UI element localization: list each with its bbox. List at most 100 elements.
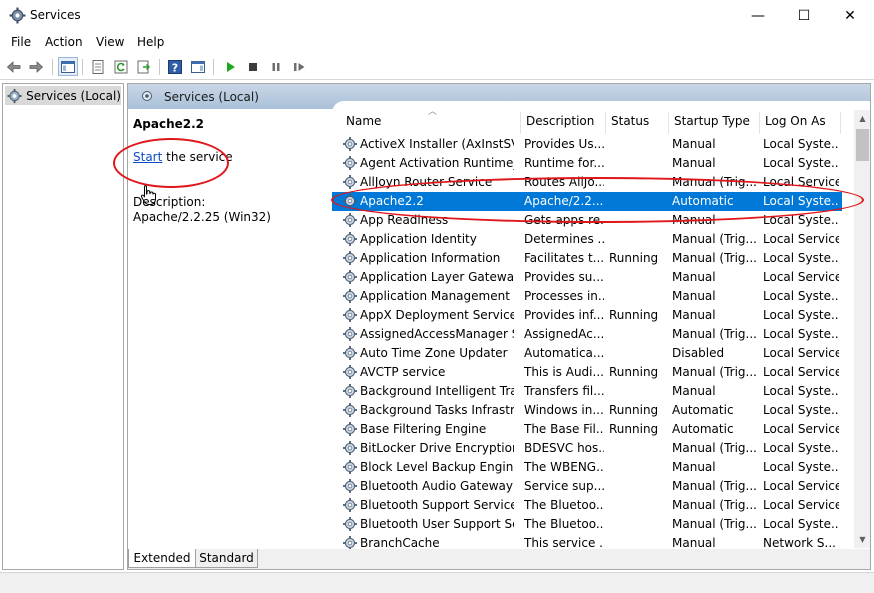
- service-description: The WBENG...: [524, 460, 604, 474]
- service-startup-type: Manual (Trig...: [672, 365, 756, 379]
- service-startup-type: Manual (Trig...: [672, 251, 756, 265]
- table-row[interactable]: BitLocker Drive Encryption ... BDESVC hos…: [332, 439, 842, 458]
- toolbar-separator: [82, 59, 83, 75]
- table-row[interactable]: Base Filtering Engine The Base Fil... Runn…: [332, 420, 842, 439]
- column-separator[interactable]: [605, 112, 606, 134]
- table-row[interactable]: Block Level Backup Engine ... The WBENG..…: [332, 458, 842, 477]
- service-description: Provides inf...: [524, 308, 604, 322]
- arrow-left-icon: [6, 60, 21, 73]
- service-log-on-as: Network S...: [763, 536, 836, 550]
- service-log-on-as: Local Syste...: [763, 327, 839, 341]
- service-name: Application Layer Gateway ...: [360, 270, 514, 284]
- table-row[interactable]: AVCTP service This is Audi... Running Manua…: [332, 363, 842, 382]
- minimize-button[interactable]: —: [735, 0, 781, 31]
- description-label: Description:: [133, 195, 206, 209]
- stop-icon: [249, 62, 257, 71]
- services-pane: Services (Local) Apache2.2 Start the ser…: [127, 83, 871, 570]
- tab-extended[interactable]: Extended: [128, 549, 196, 568]
- vertical-scrollbar[interactable]: ▲ ▼: [854, 110, 870, 548]
- service-name: Application Identity: [360, 232, 477, 246]
- stop-service-button[interactable]: [243, 57, 263, 76]
- table-row[interactable]: Bluetooth User Support Ser... The Bluetoo…: [332, 515, 842, 534]
- table-row[interactable]: Application Layer Gateway ... Provides su…: [332, 268, 842, 287]
- service-startup-type: Automatic: [672, 194, 734, 208]
- window-title: Services: [30, 8, 81, 22]
- show-hide-action-pane-button[interactable]: [188, 57, 208, 76]
- service-name: Background Intelligent Tran...: [360, 384, 514, 398]
- tree-item-services-local[interactable]: Services (Local): [5, 86, 121, 105]
- menu-file[interactable]: File: [11, 35, 31, 49]
- table-row[interactable]: Background Tasks Infrastruc... Windows in…: [332, 401, 842, 420]
- table-row[interactable]: Bluetooth Audio Gateway S... Service sup.…: [332, 477, 842, 496]
- play-icon: [227, 61, 235, 72]
- table-row[interactable]: Application Management Processes in... Man…: [332, 287, 842, 306]
- service-description: Processes in...: [524, 289, 604, 303]
- table-row[interactable]: Application Identity Determines ... Manual…: [332, 230, 842, 249]
- table-row[interactable]: Apache2.2 Apache/2.2.... Automatic Local Sy…: [332, 192, 842, 211]
- service-log-on-as: Local Syste...: [763, 460, 839, 474]
- toolbar-separator: [159, 59, 160, 75]
- service-startup-type: Manual: [672, 308, 716, 322]
- table-row[interactable]: AppX Deployment Service (... Provides inf…: [332, 306, 842, 325]
- scroll-up-icon[interactable]: ▲: [854, 110, 870, 127]
- column-separator[interactable]: [759, 112, 760, 134]
- service-name: AVCTP service: [360, 365, 446, 379]
- service-name: Base Filtering Engine: [360, 422, 487, 436]
- show-hide-console-tree-button[interactable]: [58, 57, 78, 76]
- back-button[interactable]: [4, 57, 24, 76]
- column-separator[interactable]: [840, 112, 841, 134]
- pane-header-title: Services (Local): [164, 90, 259, 104]
- properties-button[interactable]: [88, 57, 108, 76]
- service-log-on-as: Local Service: [763, 346, 839, 360]
- scrollbar-thumb[interactable]: [856, 129, 869, 161]
- service-startup-type: Manual: [672, 384, 716, 398]
- table-row[interactable]: AssignedAccessManager Se... AssignedAc...…: [332, 325, 842, 344]
- service-log-on-as: Local Syste...: [763, 194, 839, 208]
- pause-service-button[interactable]: [266, 57, 286, 76]
- service-log-on-as: Local Service: [763, 422, 839, 436]
- start-service-line: Start the service: [133, 150, 233, 164]
- start-service-button[interactable]: [220, 57, 240, 76]
- service-gear-icon: [342, 250, 358, 266]
- table-row[interactable]: ActiveX Installer (AxInstSV) Provides Us.…: [332, 135, 842, 154]
- status-bar: [0, 572, 874, 593]
- tab-standard[interactable]: Standard: [196, 549, 258, 568]
- close-button[interactable]: ✕: [827, 0, 873, 31]
- service-startup-type: Disabled: [672, 346, 725, 360]
- service-startup-type: Manual: [672, 213, 716, 227]
- table-row[interactable]: Agent Activation Runtime_... Runtime for.…: [332, 154, 842, 173]
- service-gear-icon: [342, 459, 358, 475]
- start-service-link[interactable]: Start: [133, 150, 162, 164]
- service-name: Agent Activation Runtime_...: [360, 156, 514, 170]
- table-row[interactable]: App Readiness Gets apps re... Manual Local …: [332, 211, 842, 230]
- menu-action[interactable]: Action: [45, 35, 83, 49]
- table-row[interactable]: AllJoyn Router Service Routes AllJo... Man…: [332, 173, 842, 192]
- service-gear-icon: [342, 364, 358, 380]
- refresh-button[interactable]: [111, 57, 131, 76]
- restart-service-button[interactable]: [289, 57, 309, 76]
- column-header-startup-type[interactable]: Startup Type: [674, 114, 750, 134]
- help-button[interactable]: ?: [165, 57, 185, 76]
- table-row[interactable]: Background Intelligent Tran... Transfers …: [332, 382, 842, 401]
- menu-view[interactable]: View: [96, 35, 124, 49]
- column-header-log-on-as[interactable]: Log On As: [765, 114, 826, 134]
- table-row[interactable]: Auto Time Zone Updater Automatica... Disab…: [332, 344, 842, 363]
- maximize-button[interactable]: ☐: [781, 0, 827, 31]
- service-startup-type: Manual (Trig...: [672, 232, 756, 246]
- column-header-description[interactable]: Description: [526, 114, 594, 134]
- table-row[interactable]: Application Information Facilitates t... R…: [332, 249, 842, 268]
- scroll-down-icon[interactable]: ▼: [854, 531, 870, 548]
- service-gear-icon: [342, 421, 358, 437]
- console-tree-icon: [61, 60, 75, 73]
- forward-button[interactable]: [26, 57, 46, 76]
- service-name: Bluetooth Support Service: [360, 498, 514, 512]
- export-list-button[interactable]: [134, 57, 154, 76]
- column-separator[interactable]: [520, 112, 521, 134]
- table-row[interactable]: Bluetooth Support Service The Bluetoo... M…: [332, 496, 842, 515]
- column-separator[interactable]: [668, 112, 669, 134]
- menu-help[interactable]: Help: [137, 35, 164, 49]
- column-header-status[interactable]: Status: [611, 114, 649, 134]
- service-gear-icon: [342, 155, 358, 171]
- column-header-name[interactable]: Name: [346, 114, 381, 134]
- refresh-icon: [114, 60, 128, 73]
